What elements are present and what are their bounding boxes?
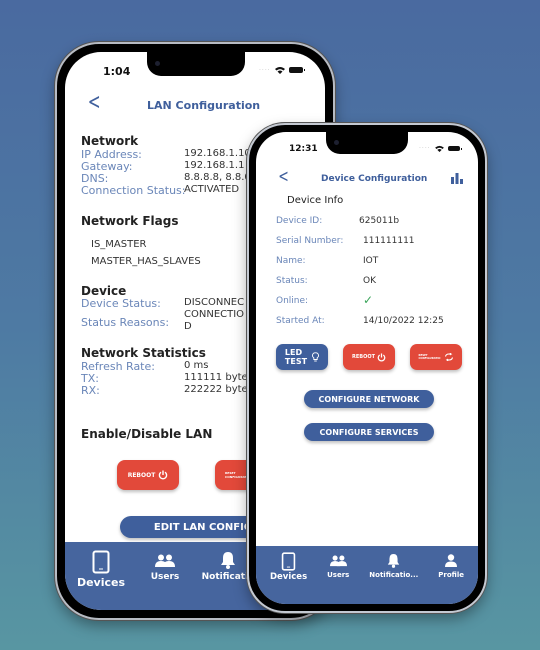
status-reasons-value-cont: D: [184, 321, 192, 332]
configure-network-label: CONFIGURE NETWORK: [318, 394, 420, 404]
power-icon: [158, 470, 168, 480]
notch: [147, 52, 245, 76]
configure-services-button[interactable]: CONFIGURE SERVICES: [304, 423, 434, 441]
network-section-title: Network: [81, 134, 139, 148]
person-icon: [445, 554, 458, 567]
flag-item: MASTER_HAS_SLAVES: [91, 256, 201, 267]
online-label: Online:: [276, 296, 309, 306]
led-test-label-line2: TEST: [284, 357, 308, 366]
users-icon: [329, 555, 347, 567]
tablet-icon: [281, 552, 296, 571]
nav-notifications-label: Notificatio...: [369, 571, 419, 579]
front-camera: [334, 140, 339, 145]
users-icon: [155, 554, 175, 568]
signal-dots-icon: ····: [419, 145, 431, 152]
network-flags-title: Network Flags: [81, 214, 179, 228]
flag-item: IS_MASTER: [91, 239, 147, 250]
tablet-icon: [92, 550, 110, 574]
name-value: IOT: [363, 256, 379, 266]
status-icons: ····: [419, 145, 462, 152]
led-test-button[interactable]: LED TEST: [276, 344, 328, 370]
nav-devices[interactable]: Devices: [270, 552, 307, 604]
wifi-icon: [434, 145, 444, 152]
reboot-button[interactable]: REBOOT: [117, 460, 179, 490]
started-at-value: 14/10/2022 12:25: [363, 316, 444, 326]
reset-configuration-button[interactable]: RESET CONFIGURATIO: [410, 344, 462, 370]
nav-notifications[interactable]: Notificatio...: [369, 552, 418, 604]
nav-users[interactable]: Users: [327, 552, 349, 604]
name-label: Name:: [276, 256, 306, 266]
network-statistics-title: Network Statistics: [81, 346, 206, 360]
reset-label: RESET CONFIGURATIO: [419, 354, 441, 361]
gateway-value: 192.168.1.1: [184, 160, 245, 171]
rx-value: 222222 bytes: [184, 384, 253, 395]
reset-label-line2: CONFIGURATIO: [418, 357, 441, 360]
device-status-label: Device Status:: [81, 297, 161, 310]
connection-status-label: Connection Status:: [81, 184, 186, 197]
device-status-value: DISCONNEC: [184, 297, 245, 308]
nav-devices-label: Devices: [76, 576, 126, 589]
configure-network-button[interactable]: CONFIGURE NETWORK: [304, 390, 434, 408]
power-icon: [377, 352, 386, 362]
tx-value: 111111 bytes: [184, 372, 253, 383]
bell-icon: [220, 551, 236, 569]
status-reasons-label: Status Reasons:: [81, 316, 170, 329]
bell-icon: [387, 553, 400, 568]
nav-devices[interactable]: Devices: [65, 550, 137, 610]
rx-label: RX:: [81, 384, 100, 397]
notch: [326, 132, 408, 154]
signal-dots-icon: ····: [259, 66, 271, 74]
refresh-icon: [444, 353, 454, 361]
serial-number-label: Serial Number:: [276, 236, 344, 246]
nav-devices-label: Devices: [269, 572, 308, 582]
nav-profile-label: Profile: [438, 571, 464, 579]
refresh-rate-value: 0 ms: [184, 360, 209, 371]
status-icons: ····: [259, 66, 305, 74]
back-button[interactable]: <: [88, 90, 101, 115]
device-phone: 12:31 ···· < Device Configuration Device…: [247, 123, 487, 613]
page-title: LAN Configuration: [147, 99, 261, 112]
reboot-label: REBOOT: [127, 471, 156, 479]
nav-users[interactable]: Users: [137, 550, 193, 610]
bottom-nav: Devices Users Notificatio... Profile: [256, 546, 478, 604]
reboot-label: REBOOT: [352, 354, 375, 360]
edit-lan-config-label: EDIT LAN CONFIG: [153, 521, 252, 533]
back-button[interactable]: <: [278, 166, 289, 187]
led-test-label-line1: LED: [284, 348, 303, 357]
page-title: Device Configuration: [321, 174, 428, 184]
reset-label: RESET CONFIGURATION: [225, 471, 253, 479]
battery-icon: [288, 67, 305, 73]
started-at-label: Started At:: [276, 316, 325, 326]
led-test-label: LED TEST: [285, 348, 307, 366]
reboot-button[interactable]: REBOOT: [343, 344, 395, 370]
device-screen: 12:31 ···· < Device Configuration Device…: [256, 132, 478, 604]
status-time: 1:04: [103, 65, 131, 78]
nav-users-label: Users: [327, 571, 350, 579]
bar-chart-icon[interactable]: [451, 173, 463, 184]
device-info-title: Device Info: [287, 195, 344, 206]
status-reasons-value: CONNECTIO: [184, 309, 245, 320]
dns-value: 8.8.8.8, 8.8.0.: [184, 172, 254, 183]
serial-number-value: 111111111: [363, 236, 415, 246]
front-camera: [155, 61, 160, 66]
nav-profile[interactable]: Profile: [438, 552, 464, 604]
wifi-icon: [274, 66, 285, 74]
device-id-label: Device ID:: [276, 216, 323, 226]
status-time: 12:31: [289, 144, 318, 154]
lightbulb-icon: [312, 352, 320, 362]
configure-services-label: CONFIGURE SERVICES: [319, 427, 419, 437]
status-value: OK: [363, 276, 376, 286]
enable-disable-lan-title: Enable/Disable LAN: [81, 427, 213, 441]
device-id-value: 625011b: [359, 216, 400, 226]
nav-users-label: Users: [150, 572, 180, 582]
device-section-title: Device: [81, 284, 127, 298]
online-check-icon: ✓: [363, 293, 374, 307]
connection-status-value: ACTIVATED: [184, 184, 240, 195]
battery-icon: [447, 146, 462, 151]
status-label: Status:: [276, 276, 308, 286]
